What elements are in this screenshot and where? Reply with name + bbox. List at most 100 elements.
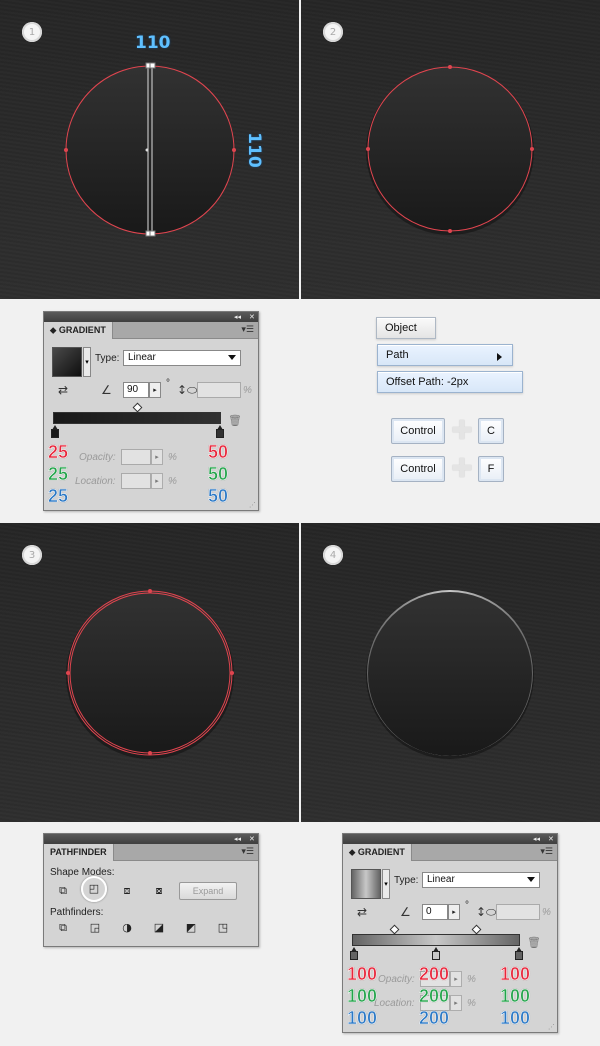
pathfinder-panel: ◂◂ ✕ PATHFINDER ▾☰ Shape Modes: ⧉ ◰ ⧈ ⧇ … <box>43 833 259 947</box>
mid-stop-green: 200 <box>419 986 450 1006</box>
tab-gradient[interactable]: ⬥ GRADIENT <box>343 844 412 861</box>
reverse-gradient-icon[interactable]: ⇄ <box>357 905 367 919</box>
gradient-bar[interactable] <box>352 934 520 946</box>
panel-tabbar: PATHFINDER ▾☰ <box>44 844 258 861</box>
aspect-ratio-input[interactable] <box>197 382 241 398</box>
opacity-percent: % <box>168 452 177 463</box>
panel-titlebar: ◂◂ ✕ <box>44 834 258 844</box>
collapse-icon[interactable]: ◂◂ <box>234 834 241 844</box>
crop-icon[interactable]: ◪ <box>152 921 166 935</box>
left-stop-blue: 100 <box>347 1008 378 1028</box>
gradient-bar[interactable] <box>53 412 221 424</box>
control-key[interactable]: Control <box>391 418 445 444</box>
percent-symbol: % <box>542 907 551 918</box>
angle-input[interactable]: 90 <box>123 382 149 398</box>
location-stepper[interactable]: ▸ <box>151 473 163 489</box>
gradient-panel: ◂◂ ✕ ⬥ GRADIENT ▾☰ ▾ Type: Linear ⇄ ∠ 0 … <box>342 833 558 1033</box>
opacity-stepper[interactable]: ▸ <box>450 971 462 987</box>
panel-tabbar: ⬥ GRADIENT ▾☰ <box>44 322 258 339</box>
minus-back-icon[interactable]: ◳ <box>216 921 230 935</box>
gradient-stop-left[interactable] <box>51 425 59 438</box>
delete-stop-icon[interactable]: 🗑 <box>527 936 541 949</box>
reverse-gradient-icon[interactable]: ⇄ <box>58 383 68 397</box>
left-stop-red: 25 <box>48 442 69 462</box>
delete-stop-icon[interactable]: 🗑 <box>228 414 242 427</box>
circle-shape <box>65 65 235 235</box>
close-icon[interactable]: ✕ <box>249 834 255 844</box>
f-key[interactable]: F <box>478 456 504 482</box>
intersect-icon[interactable]: ⧈ <box>120 884 134 898</box>
left-stop-green: 100 <box>347 986 378 1006</box>
menu-path[interactable]: Path <box>377 344 513 366</box>
gradient-midpoint-right[interactable] <box>471 924 482 935</box>
type-select[interactable]: Linear <box>123 350 241 366</box>
swatch-dropdown-icon[interactable]: ▾ <box>382 869 390 899</box>
step-number-badge: 3 <box>22 545 42 565</box>
circle-shape <box>367 66 533 232</box>
step2-canvas: 2 <box>301 0 600 299</box>
panel-menu-icon[interactable]: ▾☰ <box>241 325 254 335</box>
control-key[interactable]: Control <box>391 456 445 482</box>
gradient-stop-left[interactable] <box>350 947 358 960</box>
trim-icon[interactable]: ◲ <box>88 921 102 935</box>
type-select[interactable]: Linear <box>422 872 540 888</box>
left-stop-blue: 25 <box>48 486 69 506</box>
resize-grip-icon[interactable]: ⋰ <box>249 501 256 509</box>
collapse-icon[interactable]: ◂◂ <box>234 312 241 322</box>
outline-icon[interactable]: ◩ <box>184 921 198 935</box>
angle-stepper[interactable]: ▸ <box>149 382 161 398</box>
gradient-midpoint[interactable] <box>132 402 143 413</box>
aspect-ratio-input[interactable] <box>496 904 540 920</box>
location-percent: % <box>467 998 476 1009</box>
location-stepper[interactable]: ▸ <box>450 995 462 1011</box>
type-label: Type: <box>95 353 120 364</box>
opacity-input[interactable] <box>121 449 151 465</box>
step-number-badge: 1 <box>22 22 42 42</box>
tab-pathfinder[interactable]: PATHFINDER <box>44 844 114 861</box>
menu-offset-path[interactable]: Offset Path: -2px <box>377 371 523 393</box>
gradient-swatch[interactable] <box>351 869 381 899</box>
pathfinders-label: Pathfinders: <box>50 907 104 918</box>
swatch-dropdown-icon[interactable]: ▾ <box>83 347 91 377</box>
step4-circle-artwork <box>366 590 534 759</box>
c-key[interactable]: C <box>478 418 504 444</box>
panel-titlebar: ◂◂ ✕ <box>343 834 557 844</box>
opacity-label: Opacity: <box>378 974 415 985</box>
close-icon[interactable]: ✕ <box>249 312 255 322</box>
aspect-ratio-icon: ↕⬭ <box>177 383 198 397</box>
merge-icon[interactable]: ◑ <box>120 921 134 935</box>
gradient-stop-right[interactable] <box>515 947 523 960</box>
angle-icon: ∠ <box>101 383 112 397</box>
location-input[interactable] <box>121 473 151 489</box>
angle-stepper[interactable]: ▸ <box>448 904 460 920</box>
gradient-stop-right[interactable] <box>216 425 224 438</box>
close-icon[interactable]: ✕ <box>548 834 554 844</box>
gradient-stop-mid[interactable] <box>432 947 440 960</box>
panel-menu-icon[interactable]: ▾☰ <box>241 847 254 857</box>
percent-symbol: % <box>243 385 252 396</box>
collapse-icon[interactable]: ◂◂ <box>533 834 540 844</box>
gradient-swatch[interactable] <box>52 347 82 377</box>
opacity-stepper[interactable]: ▸ <box>151 449 163 465</box>
step2-circle-artwork <box>366 65 534 235</box>
gradient-midpoint-left[interactable] <box>389 924 400 935</box>
location-label: Location: <box>374 998 415 1009</box>
step4-canvas: 4 <box>301 523 600 822</box>
unite-icon[interactable]: ⧉ <box>56 884 70 898</box>
expand-button[interactable]: Expand <box>179 882 237 900</box>
minus-front-icon[interactable]: ◰ <box>87 882 101 896</box>
angle-input[interactable]: 0 <box>422 904 448 920</box>
mid-stop-blue: 200 <box>419 1008 450 1028</box>
tab-gradient[interactable]: ⬥ GRADIENT <box>44 322 113 339</box>
panel-titlebar: ◂◂ ✕ <box>44 312 258 322</box>
menu-object[interactable]: Object <box>376 317 436 339</box>
outer-circle <box>67 590 233 756</box>
panel-menu-icon[interactable]: ▾☰ <box>540 847 553 857</box>
right-stop-red: 100 <box>500 964 531 984</box>
exclude-icon[interactable]: ⧇ <box>152 884 166 898</box>
resize-grip-icon[interactable]: ⋰ <box>548 1023 555 1031</box>
panel-tabbar: ⬥ GRADIENT ▾☰ <box>343 844 557 861</box>
width-label: 110 <box>135 33 171 53</box>
right-stop-blue: 50 <box>208 486 229 506</box>
divide-icon[interactable]: ⧉ <box>56 921 70 935</box>
